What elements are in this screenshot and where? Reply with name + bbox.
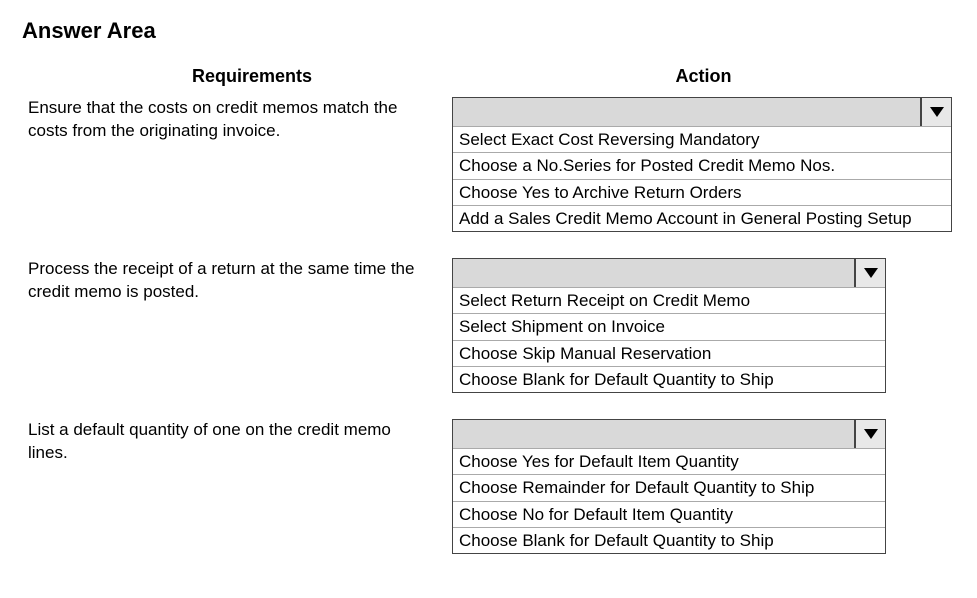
dropdown-selected[interactable]	[453, 259, 855, 287]
question-row: Ensure that the costs on credit memos ma…	[22, 97, 955, 232]
dropdown-option[interactable]: Choose a No.Series for Posted Credit Mem…	[453, 152, 951, 178]
columns-header: Requirements Action	[22, 66, 955, 87]
page-title: Answer Area	[22, 18, 955, 44]
dropdown-option[interactable]: Select Shipment on Invoice	[453, 313, 885, 339]
dropdown-button[interactable]	[855, 259, 885, 287]
dropdown-option[interactable]: Choose Remainder for Default Quantity to…	[453, 474, 885, 500]
dropdown-selected-row[interactable]	[453, 98, 951, 126]
requirements-header: Requirements	[22, 66, 452, 87]
requirement-text: Ensure that the costs on credit memos ma…	[22, 97, 452, 143]
dropdown-option[interactable]: Choose Skip Manual Reservation	[453, 340, 885, 366]
dropdown-option[interactable]: Choose Blank for Default Quantity to Shi…	[453, 527, 885, 553]
dropdown-selected[interactable]	[453, 420, 855, 448]
dropdown-selected-row[interactable]	[453, 259, 885, 287]
dropdown-selected-row[interactable]	[453, 420, 885, 448]
requirement-text: Process the receipt of a return at the s…	[22, 258, 452, 304]
dropdown-option[interactable]: Add a Sales Credit Memo Account in Gener…	[453, 205, 951, 231]
question-row: Process the receipt of a return at the s…	[22, 258, 955, 393]
action-cell: Choose Yes for Default Item Quantity Cho…	[452, 419, 955, 554]
dropdown-option[interactable]: Choose No for Default Item Quantity	[453, 501, 885, 527]
chevron-down-icon	[864, 429, 878, 439]
dropdown-option[interactable]: Select Return Receipt on Credit Memo	[453, 287, 885, 313]
requirement-text: List a default quantity of one on the cr…	[22, 419, 452, 465]
question-row: List a default quantity of one on the cr…	[22, 419, 955, 554]
action-cell: Select Exact Cost Reversing Mandatory Ch…	[452, 97, 955, 232]
dropdown-button[interactable]	[921, 98, 951, 126]
action-cell: Select Return Receipt on Credit Memo Sel…	[452, 258, 955, 393]
chevron-down-icon	[930, 107, 944, 117]
dropdown-option[interactable]: Choose Blank for Default Quantity to Shi…	[453, 366, 885, 392]
dropdown-button[interactable]	[855, 420, 885, 448]
action-dropdown: Choose Yes for Default Item Quantity Cho…	[452, 419, 886, 554]
action-header: Action	[452, 66, 955, 87]
dropdown-option[interactable]: Choose Yes for Default Item Quantity	[453, 448, 885, 474]
action-dropdown: Select Return Receipt on Credit Memo Sel…	[452, 258, 886, 393]
dropdown-selected[interactable]	[453, 98, 921, 126]
dropdown-option[interactable]: Choose Yes to Archive Return Orders	[453, 179, 951, 205]
dropdown-option[interactable]: Select Exact Cost Reversing Mandatory	[453, 126, 951, 152]
action-dropdown: Select Exact Cost Reversing Mandatory Ch…	[452, 97, 952, 232]
chevron-down-icon	[864, 268, 878, 278]
